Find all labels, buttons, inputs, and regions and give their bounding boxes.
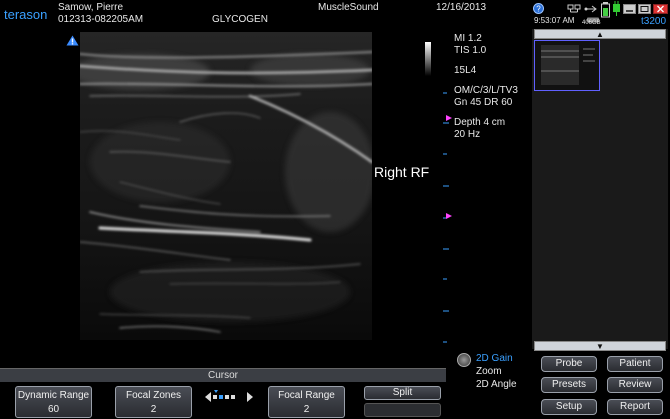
dynamic-range-button[interactable]: Dynamic Range 60 bbox=[15, 386, 92, 418]
focal-zones-value: 2 bbox=[150, 404, 157, 415]
presets-button[interactable]: Presets bbox=[541, 377, 597, 393]
svg-text:?: ? bbox=[536, 5, 541, 14]
mechanical-index: MI 1.2 bbox=[454, 33, 482, 44]
review-button[interactable]: Review bbox=[607, 377, 663, 393]
report-button[interactable]: Report bbox=[607, 399, 663, 415]
battery-icon bbox=[601, 2, 611, 23]
focal-position-right-icon[interactable] bbox=[246, 390, 254, 408]
gain-dynamic-range: Gn 45 DR 60 bbox=[454, 97, 513, 108]
dynamic-range-label: Dynamic Range bbox=[17, 390, 90, 401]
grayscale-bar bbox=[425, 42, 431, 76]
arrow-up-icon: ▲ bbox=[596, 29, 604, 39]
dynamic-range-value: 60 bbox=[47, 404, 60, 415]
image-thumbnail[interactable] bbox=[534, 40, 600, 91]
image-annotation[interactable]: Right RF bbox=[374, 164, 429, 180]
split-button[interactable]: Split bbox=[364, 386, 441, 400]
network-icon bbox=[567, 1, 581, 19]
probe-button[interactable]: Probe bbox=[541, 356, 597, 372]
focal-range-value: 2 bbox=[303, 404, 310, 415]
frame-rate: 20 Hz bbox=[454, 129, 481, 140]
patient-button[interactable]: Patient bbox=[607, 356, 663, 372]
focal-range-button[interactable]: Focal Range 2 bbox=[268, 386, 345, 418]
knob-2d-angle[interactable]: 2D Angle bbox=[476, 379, 517, 391]
depth-scale bbox=[425, 42, 452, 343]
patient-name: Samow, Pierre bbox=[58, 2, 124, 13]
focal-zones-label: Focal Zones bbox=[125, 390, 182, 401]
study-name: GLYCOGEN bbox=[212, 14, 268, 25]
setup-button[interactable]: Setup bbox=[541, 399, 597, 415]
disk-space: 406GB bbox=[582, 20, 601, 26]
control-knob-icon[interactable] bbox=[457, 353, 471, 367]
minimize-icon[interactable] bbox=[623, 1, 636, 19]
patient-id: 012313-082205AM bbox=[58, 14, 144, 25]
preset-name: OM/C/3/L/TV3 bbox=[454, 85, 518, 96]
thumbnail-scroll-up-button[interactable]: ▲ bbox=[534, 29, 666, 39]
warning-icon[interactable] bbox=[66, 33, 79, 51]
focal-range-label: Focal Range bbox=[278, 390, 335, 401]
exam-date: 12/16/2013 bbox=[436, 2, 487, 13]
cursor-bar[interactable]: Cursor bbox=[0, 368, 446, 382]
split-secondary-button[interactable] bbox=[364, 403, 441, 417]
header-bar: terason Samow, Pierre 012313-082205AM GL… bbox=[0, 0, 670, 30]
thermal-index: TIS 1.0 bbox=[454, 45, 487, 56]
ultrasound-image[interactable] bbox=[80, 32, 372, 340]
focal-zones-button[interactable]: Focal Zones 2 bbox=[115, 386, 192, 418]
brand-logo: terason bbox=[4, 7, 48, 22]
power-plug-icon bbox=[612, 1, 621, 22]
arrow-down-icon: ▼ bbox=[596, 341, 604, 351]
knob-zoom[interactable]: Zoom bbox=[476, 366, 502, 378]
probe-model: 15L4 bbox=[454, 65, 477, 76]
focal-zone-markers bbox=[446, 115, 452, 219]
focal-position-left-icon[interactable] bbox=[204, 390, 212, 408]
focal-position-indicator bbox=[212, 389, 240, 408]
institution-name: MuscleSound bbox=[318, 2, 379, 13]
system-model: t3200 bbox=[641, 16, 667, 27]
imaging-parameters: MI 1.2 TIS 1.0 15L4 OM/C/3/L/TV3 Gn 45 D… bbox=[454, 33, 518, 141]
thumbnail-scroll-down-button[interactable]: ▼ bbox=[534, 341, 666, 351]
knob-2d-gain[interactable]: 2D Gain bbox=[476, 353, 513, 365]
depth-readout: Depth 4 cm bbox=[454, 117, 506, 128]
